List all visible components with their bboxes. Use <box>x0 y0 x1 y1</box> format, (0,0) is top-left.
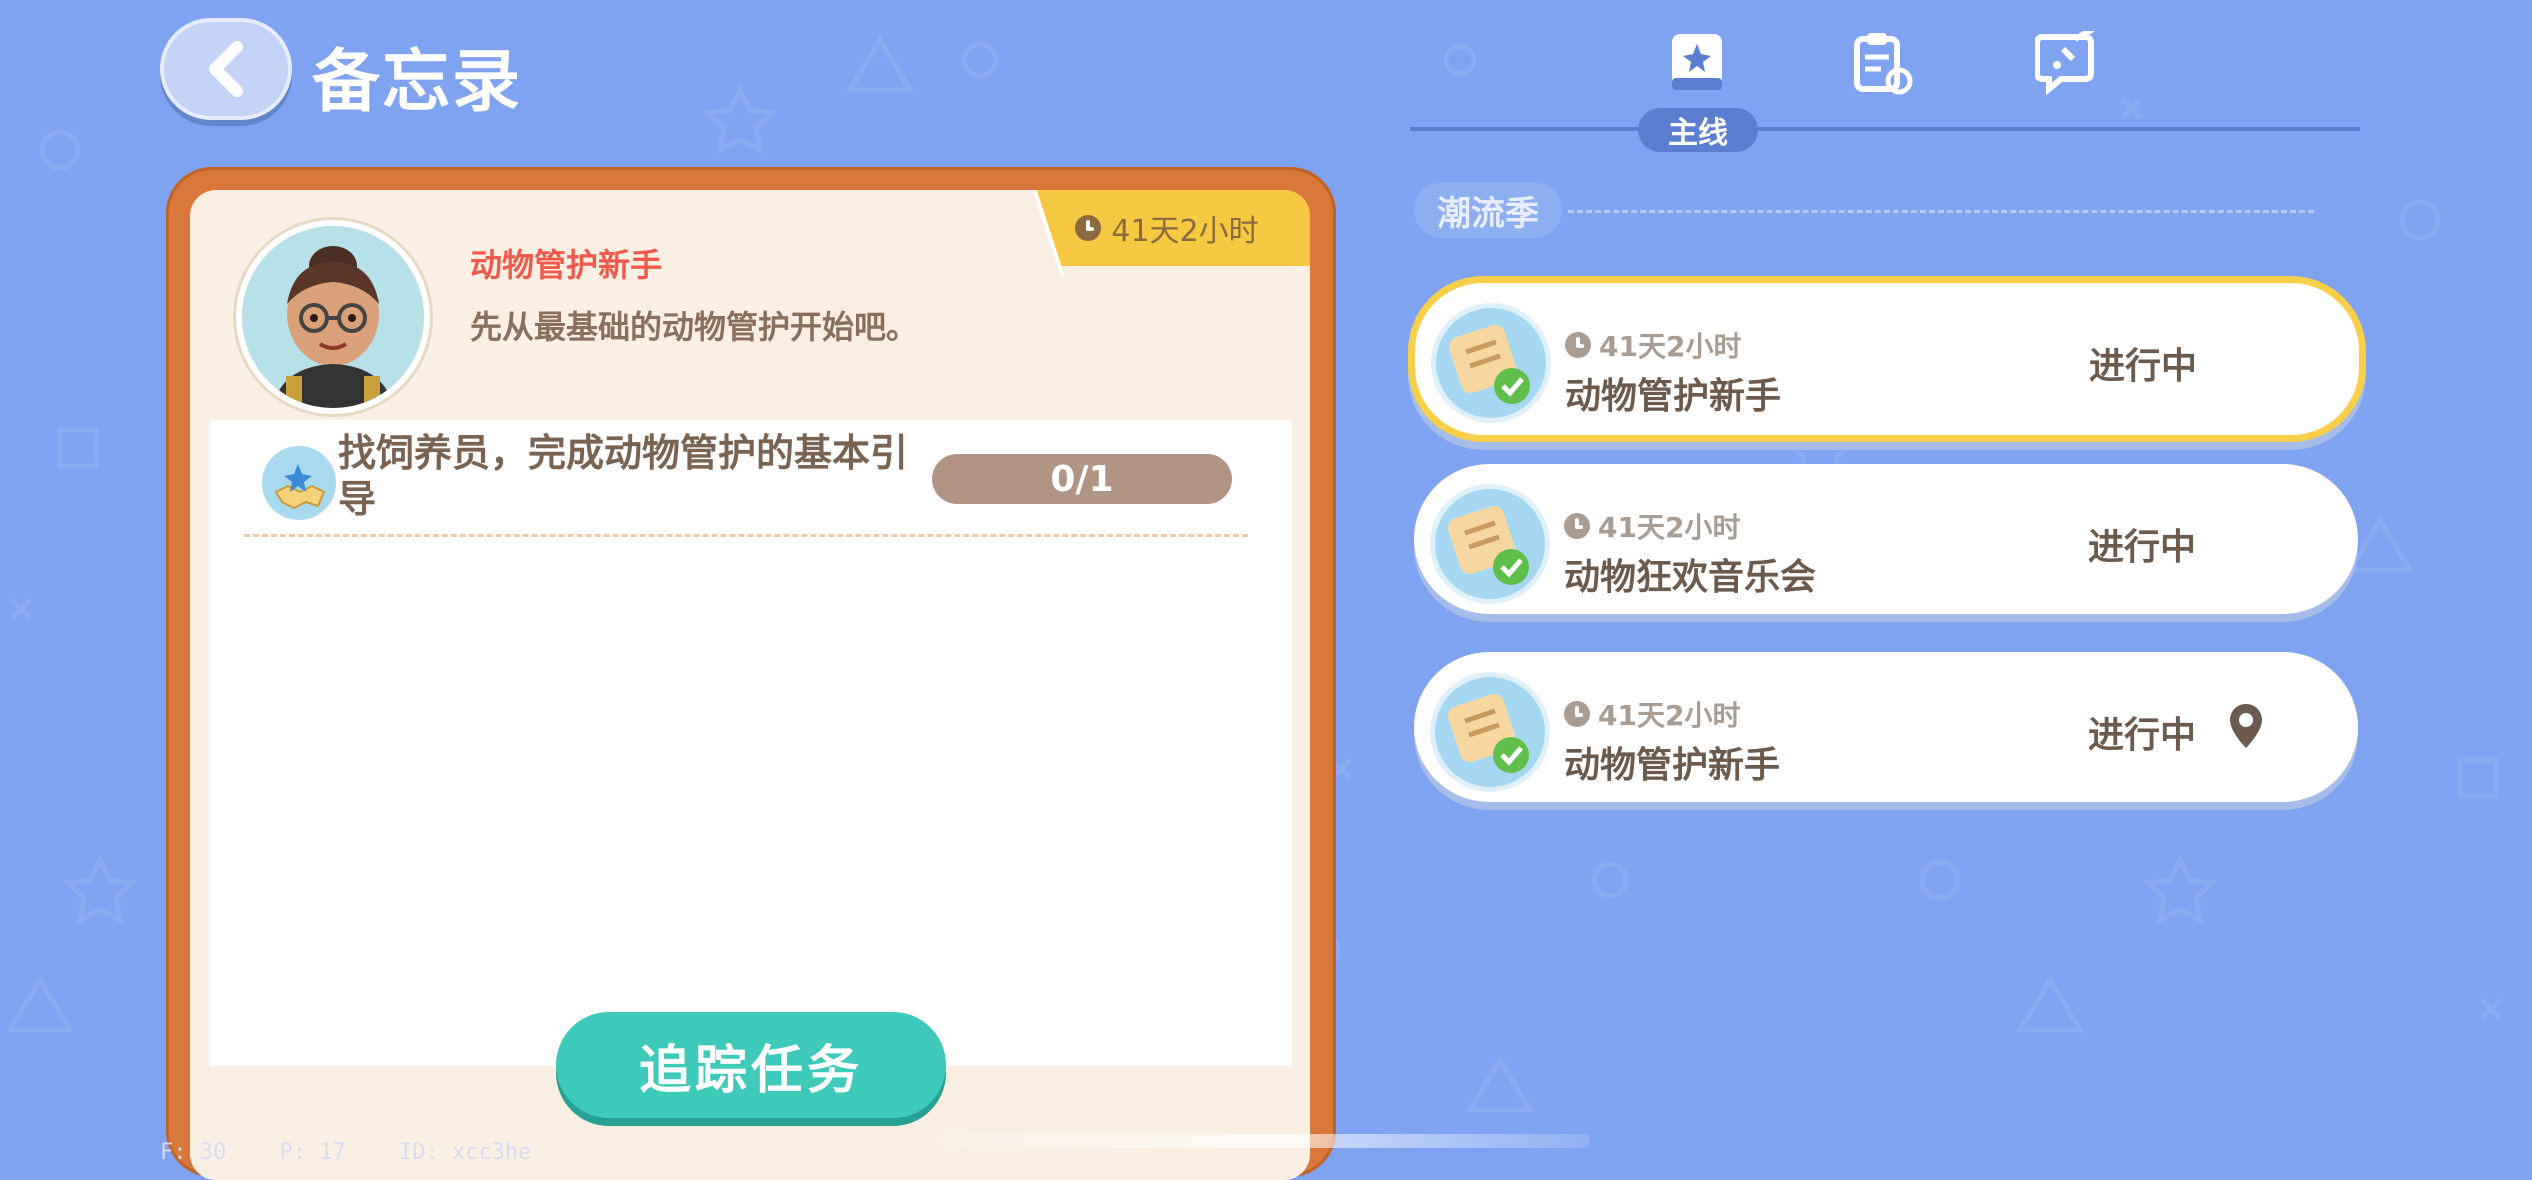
task-progress-bar: 0/1 <box>932 454 1232 504</box>
quest-note-icon <box>1431 303 1551 423</box>
quest-status: 进行中 <box>2088 715 2197 756</box>
quest-time: 41天2小时 <box>1565 325 1741 365</box>
location-pin-icon[interactable] <box>2228 702 2264 754</box>
home-indicator <box>940 1134 1590 1148</box>
tab-notes[interactable] <box>2034 30 2098 96</box>
quest-name: 动物管护新手 <box>1565 376 1782 417</box>
book-star-icon <box>1672 34 1722 90</box>
debug-id: ID: xcc3he <box>398 1140 532 1165</box>
season-divider <box>1568 210 2314 213</box>
quest-title: 动物管护新手 <box>470 246 663 284</box>
quest-status: 进行中 <box>2088 527 2197 568</box>
quest-time: 41天2小时 <box>1564 694 1740 734</box>
tab-daily[interactable] <box>1850 30 1914 96</box>
quest-time: 41天2小时 <box>1564 506 1740 546</box>
task-description: 找饲养员，完成动物管护的基本引导 <box>338 431 909 521</box>
edit-bubble-icon <box>2035 31 2095 95</box>
clipboard-refresh-icon <box>1854 33 1913 95</box>
tab-underline <box>1410 127 2360 131</box>
quest-list-item[interactable]: 41天2小时 动物管护新手 进行中 <box>1408 276 2366 442</box>
quest-status: 进行中 <box>2089 346 2198 387</box>
track-quest-button[interactable]: 追踪任务 <box>556 1012 946 1118</box>
npc-avatar <box>236 220 430 414</box>
map-icon <box>258 442 340 524</box>
tab-main-story-label: 主线 <box>1638 108 1758 152</box>
debug-ping: P: 17 <box>279 1140 346 1165</box>
clock-icon <box>1564 513 1590 539</box>
chevron-left-icon <box>209 41 243 97</box>
quest-timer-badge: 41天2小时 <box>1024 190 1310 266</box>
quest-list-item[interactable]: 41天2小时 动物狂欢音乐会 进行中 <box>1414 464 2358 614</box>
page-title: 备忘录 <box>312 43 523 122</box>
quest-timer-text: 41天2小时 <box>1111 214 1259 249</box>
clock-icon <box>1564 701 1590 727</box>
back-button[interactable] <box>160 18 292 120</box>
task-progress-text: 0/1 <box>1050 458 1114 500</box>
clock-icon <box>1565 332 1591 358</box>
quest-description: 先从最基础的动物管护开始吧。 <box>470 308 919 346</box>
debug-overlay: F: 30 P: 17 ID: xcc3he <box>160 1140 571 1165</box>
divider <box>244 534 1248 537</box>
quest-name: 动物狂欢音乐会 <box>1564 557 1817 598</box>
quest-note-icon <box>1430 672 1550 792</box>
quest-name: 动物管护新手 <box>1564 745 1781 786</box>
debug-fps: F: 30 <box>160 1140 227 1165</box>
quest-list-item[interactable]: 41天2小时 动物管护新手 进行中 <box>1414 652 2358 802</box>
clock-icon <box>1075 215 1102 241</box>
quest-note-icon <box>1430 484 1550 604</box>
tab-main-story[interactable] <box>1666 30 1730 96</box>
season-label: 潮流季 <box>1414 182 1562 238</box>
